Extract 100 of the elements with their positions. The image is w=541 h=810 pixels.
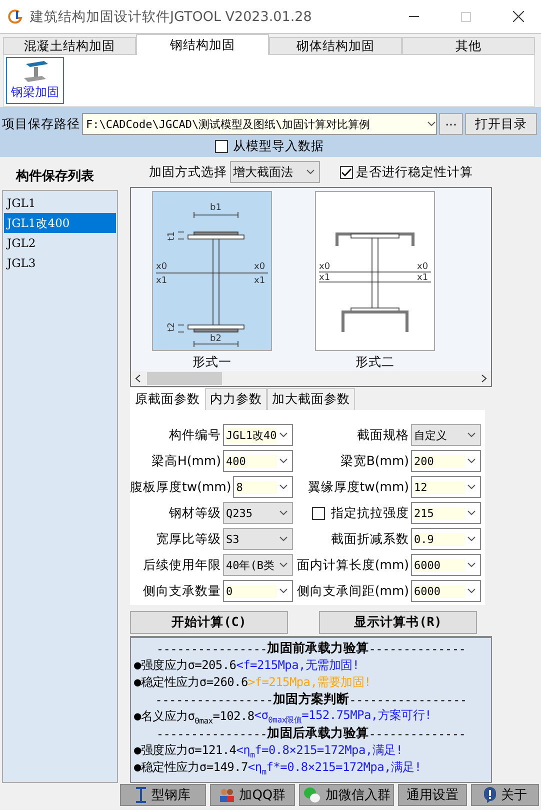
- tab[interactable]: 混凝土结构加固: [3, 37, 136, 55]
- toolbar-button[interactable]: 加QQ群: [210, 784, 296, 806]
- tab[interactable]: 其他: [402, 37, 535, 55]
- select-field[interactable]: 40年(B类: [223, 554, 293, 576]
- dropdown-caret-icon: [279, 536, 288, 542]
- scroll-left-icon[interactable]: [134, 374, 141, 383]
- dropdown-caret-icon: [279, 562, 288, 568]
- ribbon-button[interactable]: 钢梁加固: [6, 57, 64, 104]
- list-item[interactable]: JGL2: [4, 233, 116, 253]
- select-field[interactable]: 400: [223, 450, 293, 472]
- toolbar-button[interactable]: 型钢库: [120, 784, 206, 806]
- select-field[interactable]: 自定义: [411, 424, 481, 446]
- dimension-label: x1: [156, 276, 168, 286]
- dropdown-caret-icon: [467, 432, 476, 438]
- dimension-label: x1: [254, 276, 266, 286]
- dropdown-caret-icon: [467, 458, 476, 464]
- dimension-label: x1: [417, 273, 428, 283]
- window-title: 建筑结构加固设计软件JGTOOL V2023.01.28: [30, 8, 313, 26]
- minimize-icon[interactable]: [409, 16, 419, 18]
- select-field[interactable]: 0.9: [411, 528, 481, 550]
- dimension-label: x0: [417, 262, 428, 272]
- section-option-label: 形式一: [192, 354, 232, 371]
- field-label: 翼缘厚度tw(mm): [308, 478, 409, 496]
- tab[interactable]: 加大截面参数: [267, 388, 355, 410]
- result-text: ●强度应力σ=205.6: [134, 657, 236, 674]
- field-label: 侧向支承间距(mm): [296, 582, 409, 600]
- action-button[interactable]: 显示计算书(R): [319, 611, 477, 634]
- toolbar-button[interactable]: 加微信入群: [299, 784, 394, 806]
- checkbox-label: 是否进行稳定性计算: [356, 164, 473, 180]
- method-select[interactable]: 增大截面法: [230, 161, 320, 183]
- select-field[interactable]: 12: [411, 476, 481, 498]
- dimension-label: b1: [210, 203, 222, 213]
- result-text: ●名义应力σ$_{0max}$=102.8: [134, 708, 254, 726]
- select-field[interactable]: 6000: [411, 580, 481, 602]
- list-title: 构件保存列表: [14, 168, 95, 186]
- select-field[interactable]: 6000: [411, 554, 481, 576]
- select-field[interactable]: Q235: [223, 502, 293, 524]
- open-folder-button[interactable]: 打开目录: [465, 113, 537, 135]
- dimension-label: t2: [167, 322, 177, 332]
- checkbox[interactable]: [312, 506, 325, 520]
- select-field[interactable]: 200: [411, 450, 481, 472]
- info-icon: [482, 786, 497, 804]
- select-field[interactable]: 215: [411, 502, 481, 524]
- result-text: <f=215Mpa,无需加固!: [236, 657, 360, 674]
- people-icon: [219, 787, 236, 803]
- select-field[interactable]: S3: [223, 528, 293, 550]
- checkbox[interactable]: [215, 140, 228, 153]
- tab[interactable]: 内力参数: [205, 388, 267, 410]
- checkbox-label: 从模型导入数据: [233, 138, 324, 155]
- toolbar-button[interactable]: 通用设置: [398, 784, 467, 806]
- field-label: 腹板厚度tw(mm): [130, 478, 232, 496]
- dash-rule: ----------------: [156, 642, 268, 656]
- dropdown-caret-icon: [467, 562, 476, 568]
- browse-button[interactable]: ···: [439, 113, 463, 135]
- tab[interactable]: 钢结构加固: [136, 34, 269, 55]
- select-field[interactable]: 0: [223, 580, 293, 602]
- dropdown-caret-icon: [279, 432, 288, 438]
- field-label: 后续使用年限: [143, 556, 221, 574]
- section-option-card[interactable]: b1 t1 x0 x0 x1 x1 t2 b2: [152, 191, 272, 351]
- list-item[interactable]: JGL1: [4, 193, 116, 213]
- dash-rule: ----------------: [156, 726, 268, 740]
- field-label: 构件编号: [169, 426, 221, 444]
- dimension-label: x0: [254, 262, 266, 272]
- select-field[interactable]: 8: [233, 476, 293, 498]
- field-label: 面内计算长度(mm): [296, 556, 409, 574]
- field-label: 截面规格: [357, 426, 409, 444]
- result-heading: 加固方案判断: [272, 691, 350, 708]
- tab[interactable]: 砌体结构加固: [269, 37, 402, 55]
- toolbar-button[interactable]: 关于: [470, 784, 539, 806]
- dash-rule: --------------: [368, 726, 466, 740]
- scroll-right-icon[interactable]: [481, 374, 488, 383]
- dropdown-caret-icon: [279, 458, 288, 464]
- dropdown-caret-icon: [427, 121, 436, 127]
- result-text: ●强度应力σ=121.4: [134, 742, 236, 759]
- dash-rule: -----------------: [155, 692, 273, 706]
- field-label: 指定抗拉强度: [331, 504, 409, 522]
- checkbox[interactable]: [340, 166, 353, 178]
- result-text: ●稳定性应力σ=260.6: [134, 674, 248, 691]
- section-option-card[interactable]: x0 x0 x1 x1: [315, 191, 435, 351]
- close-icon[interactable]: [512, 11, 524, 22]
- section-option-label: 形式二: [356, 354, 394, 371]
- path-field[interactable]: F:\CADCode\JGCAD\测试模型及图纸\加固计算对比算例: [82, 113, 438, 135]
- field-label: 梁高H(mm): [151, 452, 221, 470]
- field-label: 梁宽B(mm): [340, 452, 409, 470]
- path-label: 项目保存路径: [2, 116, 80, 132]
- select-field[interactable]: JGL1改40: [223, 424, 293, 446]
- scrollbar-thumb[interactable]: [147, 372, 222, 385]
- dropdown-caret-icon: [279, 588, 288, 594]
- dimension-label: x0: [319, 262, 330, 272]
- dropdown-caret-icon: [467, 588, 476, 594]
- method-label: 加固方式选择: [149, 164, 227, 180]
- list-item[interactable]: JGL3: [4, 253, 116, 273]
- action-button[interactable]: 开始计算(C): [130, 611, 288, 634]
- dimension-label: x0: [156, 262, 168, 272]
- tab[interactable]: 原截面参数: [130, 388, 205, 410]
- field-label: 截面折减系数: [331, 530, 409, 548]
- field-label: 钢材等级: [169, 504, 221, 522]
- app-logo-icon: [8, 8, 24, 24]
- dropdown-caret-icon: [279, 510, 288, 516]
- list-item[interactable]: JGL1改400: [4, 213, 116, 233]
